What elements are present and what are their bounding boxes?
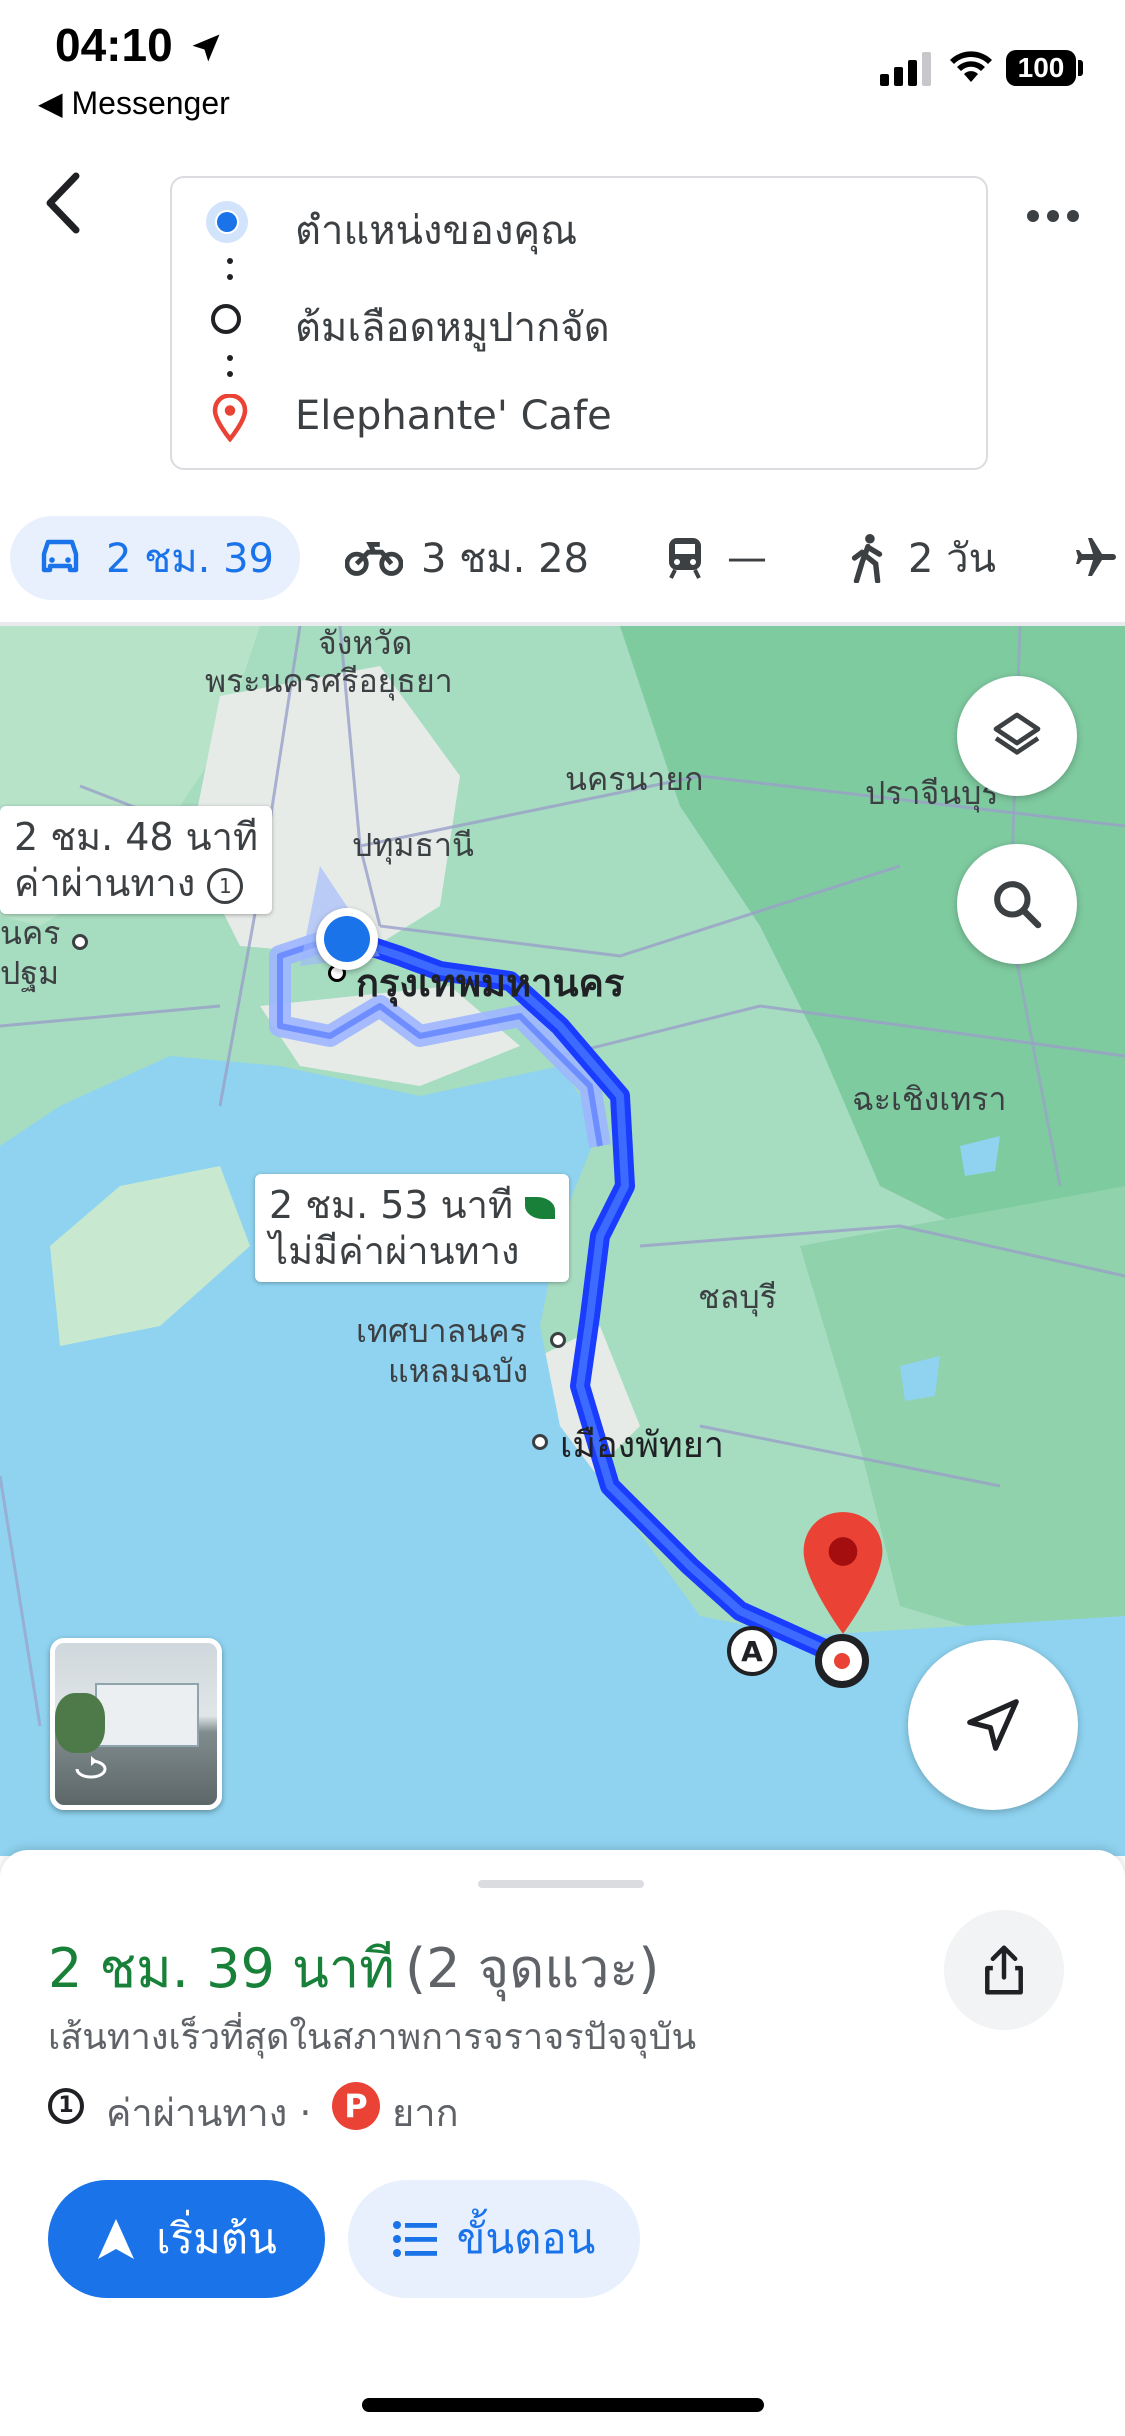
route-dot (227, 355, 233, 361)
more-options-icon[interactable] (1026, 205, 1080, 227)
tree-shape (55, 1693, 105, 1753)
route-duration: 2 ชม. 39 นาที (48, 1937, 395, 2000)
back-to-app-link[interactable]: ◀ Messenger (38, 84, 230, 122)
stop-destination[interactable]: Elephante' Cafe (295, 393, 612, 439)
destination-endpoint-center (834, 1653, 850, 1669)
list-icon (392, 2221, 437, 2257)
motorcycle-icon (345, 542, 403, 576)
tab-walk[interactable]: 2 วัน (850, 516, 996, 600)
alt-route-callout[interactable]: 2 ชม. 48 นาที ค่าผ่านทาง 1 (0, 806, 273, 914)
waypoint-circle-icon (211, 304, 241, 334)
route-dot (227, 258, 233, 264)
steps-button[interactable]: ขั้นตอน (348, 2180, 640, 2298)
map-label: ชลบุรี (698, 1278, 777, 1316)
alt-route-time: 2 ชม. 48 นาที (14, 815, 259, 859)
start-navigation-button[interactable]: เริ่มต้น (48, 2180, 325, 2298)
street-view-thumbnail[interactable] (50, 1638, 222, 1810)
toll-icon: 1 (48, 2088, 84, 2124)
search-map-button[interactable] (957, 844, 1077, 964)
wifi-icon (950, 51, 992, 82)
tab-motorcycle-label: 3 ชม. 28 (421, 536, 590, 582)
map-label: ปทุมธานี (352, 826, 474, 864)
back-arrow-icon[interactable] (40, 170, 88, 236)
route-stops-count: (2 จุดแวะ) (405, 1937, 660, 2000)
building-shape (95, 1683, 199, 1747)
location-arrow-icon (192, 34, 220, 62)
tab-walk-label: 2 วัน (908, 536, 996, 582)
tab-drive[interactable]: 2 ชม. 39 (10, 516, 300, 600)
sheet-drag-handle[interactable] (478, 1880, 644, 1888)
layers-icon (993, 712, 1041, 755)
main-route-time: 2 ชม. 53 นาที (269, 1183, 514, 1227)
toll-label: ค่าผ่านทาง · (106, 2091, 312, 2135)
map-label: พระนครศรีอยุธยา (205, 662, 453, 700)
train-icon (669, 538, 701, 579)
map-label: ฉะเชิงเทรา (852, 1080, 1007, 1118)
main-route-callout[interactable]: 2 ชม. 53 นาที ไม่มีค่าผ่านทาง (255, 1174, 570, 1282)
main-route-toll: ไม่มีค่าผ่านทาง (269, 1229, 520, 1273)
navigation-arrow-icon (967, 1699, 1019, 1751)
parking-difficulty: ยาก (392, 2091, 459, 2135)
map-view[interactable]: จังหวัด พระนครศรีอยุธยา นครนายก ปราจีนบุ… (0, 626, 1125, 1856)
tab-motorcycle[interactable]: 3 ชม. 28 (345, 516, 589, 600)
parking-icon: P (332, 2082, 380, 2130)
origin-dot-icon (217, 212, 237, 232)
recenter-button[interactable] (908, 1640, 1078, 1810)
cellular-signal-icon (880, 52, 931, 86)
navigation-icon (98, 2219, 135, 2259)
nakhon-pathom-dot (72, 934, 88, 950)
battery-tip (1078, 60, 1083, 76)
tab-transit[interactable]: — (665, 516, 767, 600)
destination-map-pin-icon[interactable] (800, 1508, 886, 1638)
battery-indicator: 100 (1006, 50, 1076, 86)
tab-drive-label: 2 ชม. 39 (105, 536, 274, 582)
pattaya-dot (532, 1434, 548, 1450)
eco-leaf-icon (525, 1196, 556, 1219)
route-description: เส้นทางเร็วที่สุดในสภาพการจราจรปัจจุบัน (48, 2017, 697, 2058)
destination-pin-icon (212, 394, 248, 442)
map-label-pattaya: เมืองพัทยา (560, 1425, 725, 1466)
search-icon (994, 881, 1042, 929)
start-label: เริ่มต้น (156, 2214, 277, 2263)
airplane-icon (1076, 538, 1116, 576)
share-button[interactable] (944, 1910, 1064, 2030)
tab-transit-label: — (727, 535, 767, 581)
map-label-bangkok: กรุงเทพมหานคร (356, 961, 625, 1005)
map-label: นครนายก (565, 760, 704, 798)
layers-button[interactable] (957, 676, 1077, 796)
alt-route-toll: ค่าผ่านทาง (14, 861, 196, 905)
home-indicator[interactable] (362, 2398, 764, 2412)
stop-waypoint[interactable]: ต้มเลือดหมูปากจัด (295, 295, 610, 359)
toll-icon: 1 (207, 867, 244, 904)
waypoint-a-marker[interactable]: A (727, 1626, 777, 1676)
tab-flight[interactable] (1070, 516, 1118, 600)
current-location-dot-icon (324, 916, 370, 962)
status-time: 04:10 (55, 19, 173, 71)
rotate-360-icon (75, 1756, 107, 1779)
walk-icon (851, 533, 883, 583)
car-icon (41, 539, 79, 573)
route-dot (227, 274, 233, 280)
route-dot (227, 371, 233, 377)
laem-chabang-dot (550, 1332, 566, 1348)
map-label: แหลมฉบัง (388, 1352, 529, 1390)
steps-label: ขั้นตอน (456, 2214, 596, 2263)
stop-origin[interactable]: ตำแหน่งของคุณ (295, 198, 577, 262)
share-icon (985, 1945, 1023, 1995)
map-label: ปฐม (0, 954, 60, 992)
